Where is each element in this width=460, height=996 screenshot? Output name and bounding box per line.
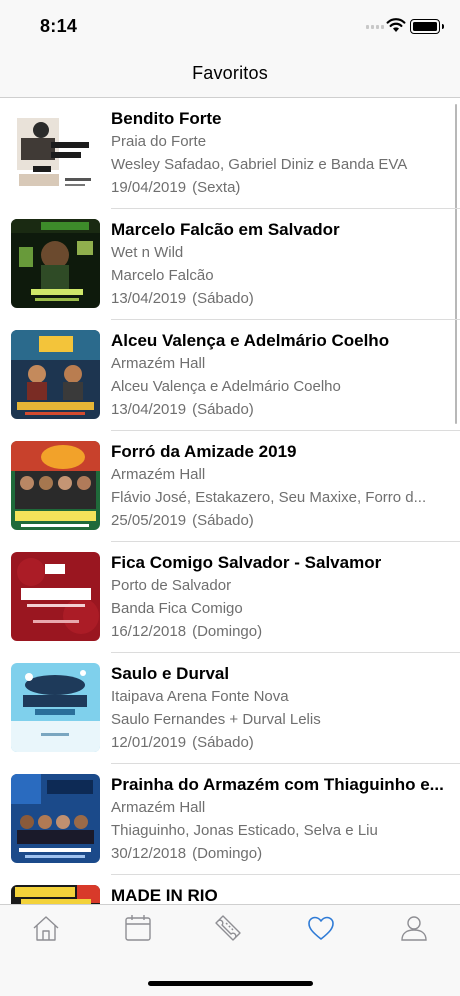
event-title: Prainha do Armazém com Thiaguinho e... xyxy=(111,775,444,794)
event-date: 12/01/2019 xyxy=(111,734,187,751)
list-item[interactable]: Alceu Valença e Adelmário Coelho Armazém… xyxy=(0,320,460,431)
navigation-bar: Favoritos xyxy=(0,50,460,98)
list-item[interactable]: Marcelo Falcão em Salvador Wet n Wild Ma… xyxy=(0,209,460,320)
event-venue: Armazém Hall xyxy=(111,355,206,372)
event-weekday: (Sábado) xyxy=(192,512,254,529)
event-artists: Wesley Safadao, Gabriel Diniz e Banda EV… xyxy=(111,156,408,173)
home-indicator xyxy=(148,981,313,986)
event-thumbnail xyxy=(11,774,100,863)
event-title: Saulo e Durval xyxy=(111,664,230,683)
event-thumbnail xyxy=(11,885,100,904)
event-venue: Praia do Forte xyxy=(111,133,207,150)
event-date: 13/04/2019 xyxy=(111,401,187,418)
event-weekday: (Sábado) xyxy=(192,401,254,418)
home-icon[interactable] xyxy=(31,913,61,943)
event-weekday: (Sábado) xyxy=(192,734,254,751)
profile-icon[interactable] xyxy=(399,913,429,943)
event-thumbnail xyxy=(11,663,100,752)
event-title: Fica Comigo Salvador - Salvamor xyxy=(111,553,382,572)
event-venue: Wet n Wild xyxy=(111,244,184,261)
event-date: 25/05/2019 xyxy=(111,512,187,529)
event-title: MADE IN RIO xyxy=(111,886,218,904)
tab-bar xyxy=(0,904,460,996)
event-title: Bendito Forte xyxy=(111,109,222,128)
event-date: 19/04/2019 xyxy=(111,179,187,196)
event-venue: Armazém Hall xyxy=(111,799,206,816)
event-date: 16/12/2018 xyxy=(111,623,187,640)
list-item[interactable]: Bendito Forte Praia do Forte Wesley Safa… xyxy=(0,98,460,209)
event-thumbnail xyxy=(11,219,100,308)
event-venue: Porto de Salvador xyxy=(111,577,232,594)
event-date: 30/12/2018 xyxy=(111,845,187,862)
list-item[interactable]: Forró da Amizade 2019 Armazém Hall Flávi… xyxy=(0,431,460,542)
event-artists: Thiaguinho, Jonas Esticado, Selva e Liu xyxy=(111,822,378,839)
event-weekday: (Domingo) xyxy=(192,623,263,640)
event-thumbnail xyxy=(11,441,100,530)
event-title: Forró da Amizade 2019 xyxy=(111,442,297,461)
event-artists: Marcelo Falcão xyxy=(111,267,214,284)
cellular-signal-icon xyxy=(366,25,384,29)
list-item[interactable]: Prainha do Armazém com Thiaguinho e... A… xyxy=(0,764,460,875)
event-venue: Armazém Hall xyxy=(111,466,206,483)
event-weekday: (Sexta) xyxy=(192,179,241,196)
favorites-list[interactable]: Bendito Forte Praia do Forte Wesley Safa… xyxy=(0,98,460,904)
event-title: Alceu Valença e Adelmário Coelho xyxy=(111,331,390,350)
ticket-icon[interactable] xyxy=(213,913,243,943)
wifi-icon xyxy=(386,17,406,38)
event-weekday: (Domingo) xyxy=(192,845,263,862)
list-item[interactable]: Saulo e Durval Itaipava Arena Fonte Nova… xyxy=(0,653,460,764)
status-time: 8:14 xyxy=(40,16,78,36)
battery-icon xyxy=(410,19,444,34)
event-artists: Flávio José, Estakazero, Seu Maxixe, For… xyxy=(111,489,427,506)
calendar-icon[interactable] xyxy=(123,913,153,943)
event-thumbnail xyxy=(11,552,100,641)
event-title: Marcelo Falcão em Salvador xyxy=(111,220,340,239)
list-item[interactable]: MADE IN RIO xyxy=(0,875,460,904)
event-venue: Itaipava Arena Fonte Nova xyxy=(111,688,289,705)
list-item[interactable]: Fica Comigo Salvador - Salvamor Porto de… xyxy=(0,542,460,653)
event-artists: Alceu Valença e Adelmário Coelho xyxy=(111,378,341,395)
event-date: 13/04/2019 xyxy=(111,290,187,307)
event-artists: Banda Fica Comigo xyxy=(111,600,243,617)
page-title: Favoritos xyxy=(192,63,268,83)
event-weekday: (Sábado) xyxy=(192,290,254,307)
event-thumbnail xyxy=(11,330,100,419)
heart-icon[interactable] xyxy=(306,913,336,943)
status-bar: 8:14 xyxy=(0,0,460,50)
event-thumbnail xyxy=(11,108,100,197)
event-artists: Saulo Fernandes + Durval Lelis xyxy=(111,711,321,728)
